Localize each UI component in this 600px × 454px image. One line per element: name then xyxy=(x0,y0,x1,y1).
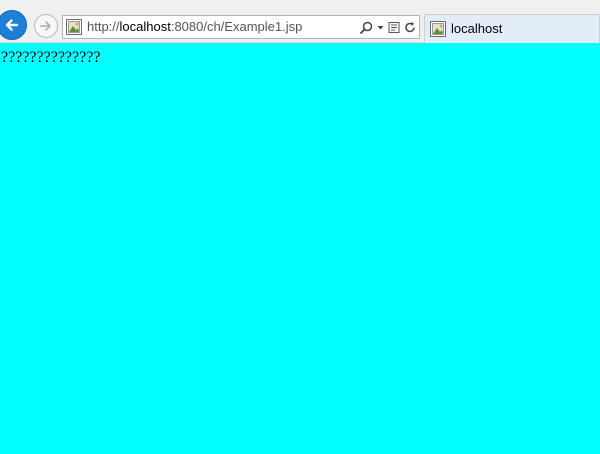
forward-arrow-icon xyxy=(40,21,51,31)
page-content: ?????????????? xyxy=(0,43,600,454)
tab-title: localhost xyxy=(451,21,503,36)
page-favicon-icon xyxy=(66,19,82,35)
browser-window: http://localhost:8080/ch/Example1.jsp lo… xyxy=(0,0,600,454)
back-arrow-icon xyxy=(5,19,19,31)
url-path: :8080/ch/Example1.jsp xyxy=(170,19,303,34)
address-bar-icons xyxy=(360,19,416,35)
refresh-icon[interactable] xyxy=(404,21,416,34)
page-text: ?????????????? xyxy=(1,49,101,66)
dropdown-arrow-icon[interactable] xyxy=(377,21,384,34)
search-icon[interactable] xyxy=(360,21,373,34)
tab-localhost[interactable]: localhost xyxy=(424,14,600,43)
tab-favicon-icon xyxy=(430,21,446,37)
browser-toolbar: http://localhost:8080/ch/Example1.jsp lo… xyxy=(0,0,600,43)
url-text[interactable]: http://localhost:8080/ch/Example1.jsp xyxy=(87,19,302,35)
back-button[interactable] xyxy=(0,10,27,40)
address-bar[interactable]: http://localhost:8080/ch/Example1.jsp xyxy=(62,15,420,39)
forward-button[interactable] xyxy=(34,14,58,38)
url-host: localhost xyxy=(119,19,171,34)
compatibility-view-icon[interactable] xyxy=(388,21,400,34)
url-scheme: http:// xyxy=(87,19,120,34)
